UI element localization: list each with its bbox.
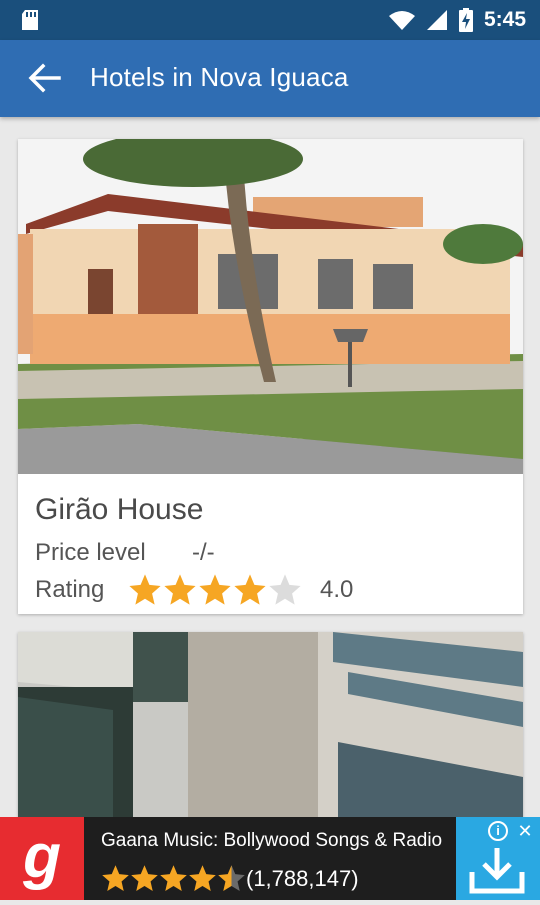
- cell-signal-icon: [426, 10, 447, 30]
- star-filled-icon: [164, 574, 196, 605]
- download-icon[interactable]: [466, 846, 528, 896]
- star-filled-icon: [199, 574, 231, 605]
- battery-icon: [458, 8, 473, 32]
- rating-row: Rating 4.0: [35, 573, 353, 607]
- status-time: 5:45: [483, 8, 526, 31]
- ad-rating-stars: [101, 864, 246, 893]
- star-filled-icon: [189, 865, 216, 891]
- star-filled-icon: [131, 865, 158, 891]
- sd-card-icon: [22, 10, 38, 30]
- ad-info-icon[interactable]: i: [488, 821, 508, 841]
- star-filled-icon: [102, 865, 129, 891]
- price-row: Price level -/-: [35, 539, 215, 567]
- hotel-card[interactable]: [18, 632, 523, 817]
- price-label: Price level: [35, 539, 146, 566]
- star-filled-icon: [160, 865, 187, 891]
- star-filled-icon: [129, 574, 161, 605]
- wifi-icon: [388, 11, 415, 30]
- ad-close-icon[interactable]: ✕: [514, 820, 536, 842]
- page-title: Hotels in Nova Iguaca: [90, 62, 349, 92]
- hotel-name: Girão House: [35, 493, 204, 526]
- gaana-logo-glyph: g: [22, 822, 61, 891]
- hotel-card[interactable]: Girão House Price level -/- Rating 4.0: [18, 139, 523, 614]
- app-bar: Hotels in Nova Iguaca: [0, 40, 540, 117]
- status-bar: 5:45: [0, 0, 540, 40]
- star-half-icon: [218, 865, 245, 891]
- back-button[interactable]: [22, 58, 66, 98]
- star-filled-icon: [234, 574, 266, 605]
- ad-review-count: (1,788,147): [246, 866, 359, 891]
- rating-value: 4.0: [320, 576, 354, 603]
- gaana-logo-icon: g: [0, 817, 84, 900]
- hotel-photo: [18, 632, 523, 817]
- price-value: -/-: [192, 539, 215, 566]
- star-empty-icon: [269, 574, 301, 605]
- ad-title[interactable]: Gaana Music: Bollywood Songs & Radio: [101, 830, 442, 852]
- rating-stars: [128, 573, 302, 607]
- rating-label: Rating: [35, 576, 105, 603]
- arrow-back-icon: [28, 63, 61, 93]
- hotel-list[interactable]: Girão House Price level -/- Rating 4.0: [0, 117, 540, 817]
- hotel-photo: [18, 139, 523, 474]
- banner-ad[interactable]: g Gaana Music: Bollywood Songs & Radio (…: [0, 817, 540, 900]
